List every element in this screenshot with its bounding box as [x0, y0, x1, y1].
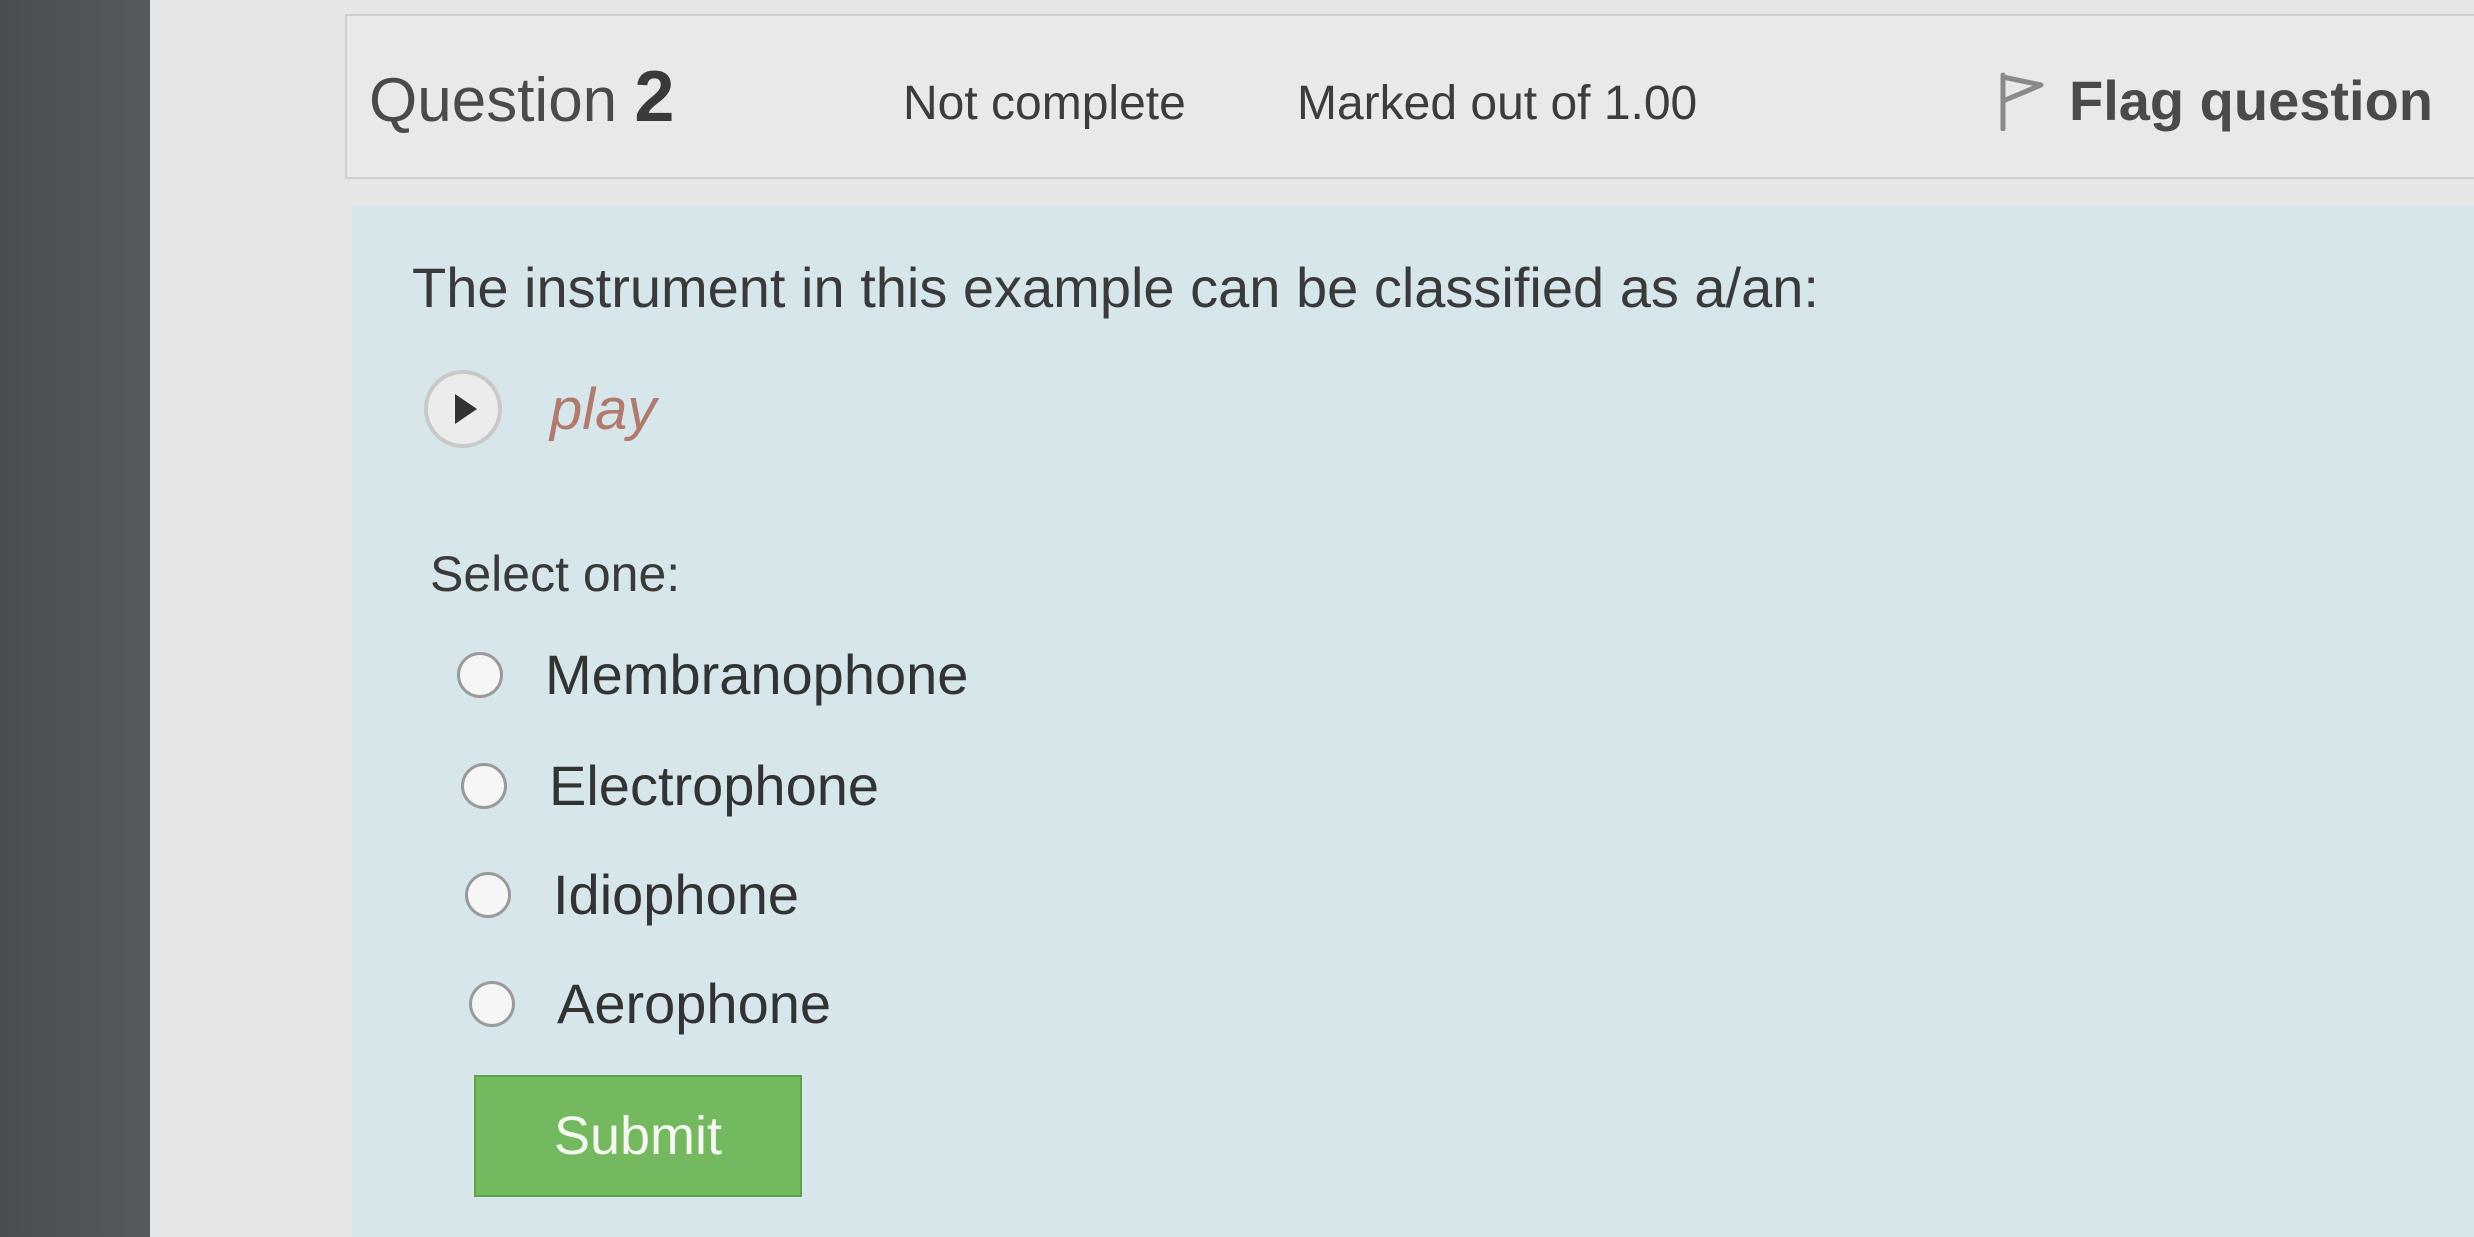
- option-membranophone[interactable]: Membranophone: [457, 642, 968, 707]
- play-icon: [455, 394, 477, 424]
- flag-question-link[interactable]: Flag question: [1995, 68, 2433, 133]
- question-grade: Marked out of 1.00: [1297, 77, 1698, 130]
- select-prompt: Select one:: [430, 546, 681, 602]
- question-title: Question 2: [369, 56, 674, 138]
- question-text: The instrument in this example can be cl…: [412, 256, 1819, 319]
- option-label: Membranophone: [545, 643, 969, 706]
- radio-unchecked-icon[interactable]: [465, 871, 511, 918]
- question-number: 2: [634, 57, 675, 137]
- radio-unchecked-icon[interactable]: [469, 980, 515, 1027]
- option-idiophone[interactable]: Idiophone: [465, 862, 799, 927]
- radio-unchecked-icon[interactable]: [457, 651, 503, 698]
- radio-unchecked-icon[interactable]: [461, 762, 507, 809]
- question-title-prefix: Question: [369, 66, 618, 135]
- flag-question-label: Flag question: [2069, 69, 2433, 132]
- flag-icon: [2000, 72, 2044, 131]
- play-label[interactable]: play: [550, 376, 656, 443]
- play-button[interactable]: [424, 370, 502, 448]
- option-electrophone[interactable]: Electrophone: [461, 753, 879, 818]
- option-aerophone[interactable]: Aerophone: [469, 971, 831, 1036]
- question-info-box: Question 2 Not complete Marked out of 1.…: [345, 14, 2474, 179]
- question-content: The instrument in this example can be cl…: [352, 205, 2474, 1237]
- submit-button[interactable]: Submit: [474, 1075, 802, 1197]
- option-label: Aerophone: [557, 972, 832, 1035]
- option-label: Electrophone: [549, 754, 880, 817]
- option-label: Idiophone: [553, 863, 800, 926]
- audio-player[interactable]: play: [424, 370, 656, 448]
- question-status: Not complete: [903, 77, 1186, 130]
